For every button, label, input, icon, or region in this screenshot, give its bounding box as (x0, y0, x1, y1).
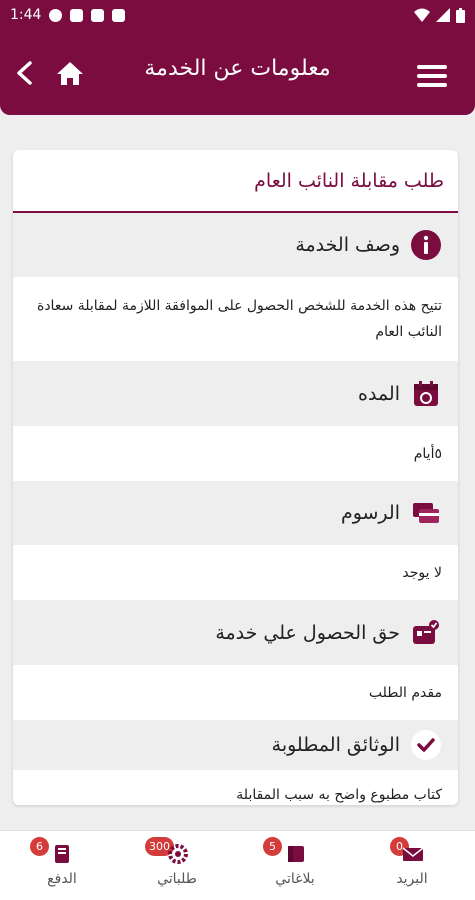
section-header-documents: الوثائق المطلوبة (13, 720, 458, 770)
info-icon (411, 230, 441, 260)
badge-payment: 6 (30, 837, 49, 856)
nav-payment[interactable]: 6 الدفع (12, 831, 112, 900)
payment-icon (55, 845, 69, 863)
section-header-description: وصف الخدمة (13, 213, 458, 277)
section-header-fees: الرسوم (13, 481, 458, 545)
fees-icon (413, 503, 439, 523)
section-body-eligibility: مقدم الطلب (13, 665, 458, 720)
nav-requests[interactable]: 300 طلباتي (127, 831, 227, 900)
notification-icon (70, 8, 84, 22)
section-text: لا يوجد (402, 564, 442, 581)
section-body-fees: لا يوجد (13, 545, 458, 600)
eligibility-icon (413, 619, 439, 644)
nav-label: طلباتي (157, 871, 197, 887)
service-title: طلب مقابلة النائب العام (13, 150, 458, 213)
badge-reports: 5 (263, 837, 282, 856)
section-heading: المده (358, 382, 400, 405)
requests-gear-icon (168, 844, 188, 864)
service-info-card: طلب مقابلة النائب العام وصف الخدمة تتيح … (13, 150, 458, 805)
section-body-documents: كتاب مطبوع واضح به سبب المقابلة (13, 770, 458, 805)
nav-label: البريد (396, 871, 428, 887)
sim-icon (112, 8, 126, 22)
status-time: 1:44 (10, 7, 42, 23)
section-text: مقدم الطلب (368, 684, 442, 701)
wifi-icon (414, 8, 430, 22)
notification-icon (49, 8, 63, 22)
section-text: كتاب مطبوع واضح به سبب المقابلة (236, 787, 442, 803)
section-header-duration: المده (13, 361, 458, 426)
hamburger-menu-icon[interactable] (417, 65, 447, 87)
section-heading: الرسوم (340, 502, 400, 524)
reports-icon (288, 846, 304, 862)
status-bar: 1:44 (0, 0, 475, 30)
section-header-eligibility: حق الحصول علي خدمة (13, 600, 458, 665)
section-body-duration: ٥أيام (13, 426, 458, 481)
system-icons (414, 7, 465, 23)
mail-icon (402, 847, 424, 861)
app-bar: معلومات عن الخدمة (0, 30, 475, 115)
calendar-icon (414, 380, 438, 406)
section-text: ٥أيام (413, 445, 442, 462)
section-body-description: تتيح هذه الخدمة للشخص الحصول على الموافق… (13, 277, 458, 361)
section-heading: حق الحصول علي خدمة (215, 621, 400, 644)
section-text: تتيح هذه الخدمة للشخص الحصول على الموافق… (36, 298, 442, 340)
battery-icon (456, 7, 465, 23)
checkmark-icon (411, 730, 441, 760)
nav-reports[interactable]: 5 بلاغاتي (245, 831, 345, 900)
section-heading: وصف الخدمة (295, 234, 400, 256)
notification-icon (91, 8, 105, 22)
signal-icon (436, 8, 450, 22)
nav-label: بلاغاتي (275, 871, 315, 887)
notification-icons (49, 8, 126, 22)
section-heading: الوثائق المطلوبة (271, 734, 400, 756)
bottom-navigation: 6 الدفع 300 طلباتي 5 بلاغاتي 0 البريد (0, 830, 475, 900)
nav-mail[interactable]: 0 البريد (362, 831, 462, 900)
page-title: معلومات عن الخدمة (144, 56, 331, 81)
nav-label: الدفع (47, 871, 77, 887)
